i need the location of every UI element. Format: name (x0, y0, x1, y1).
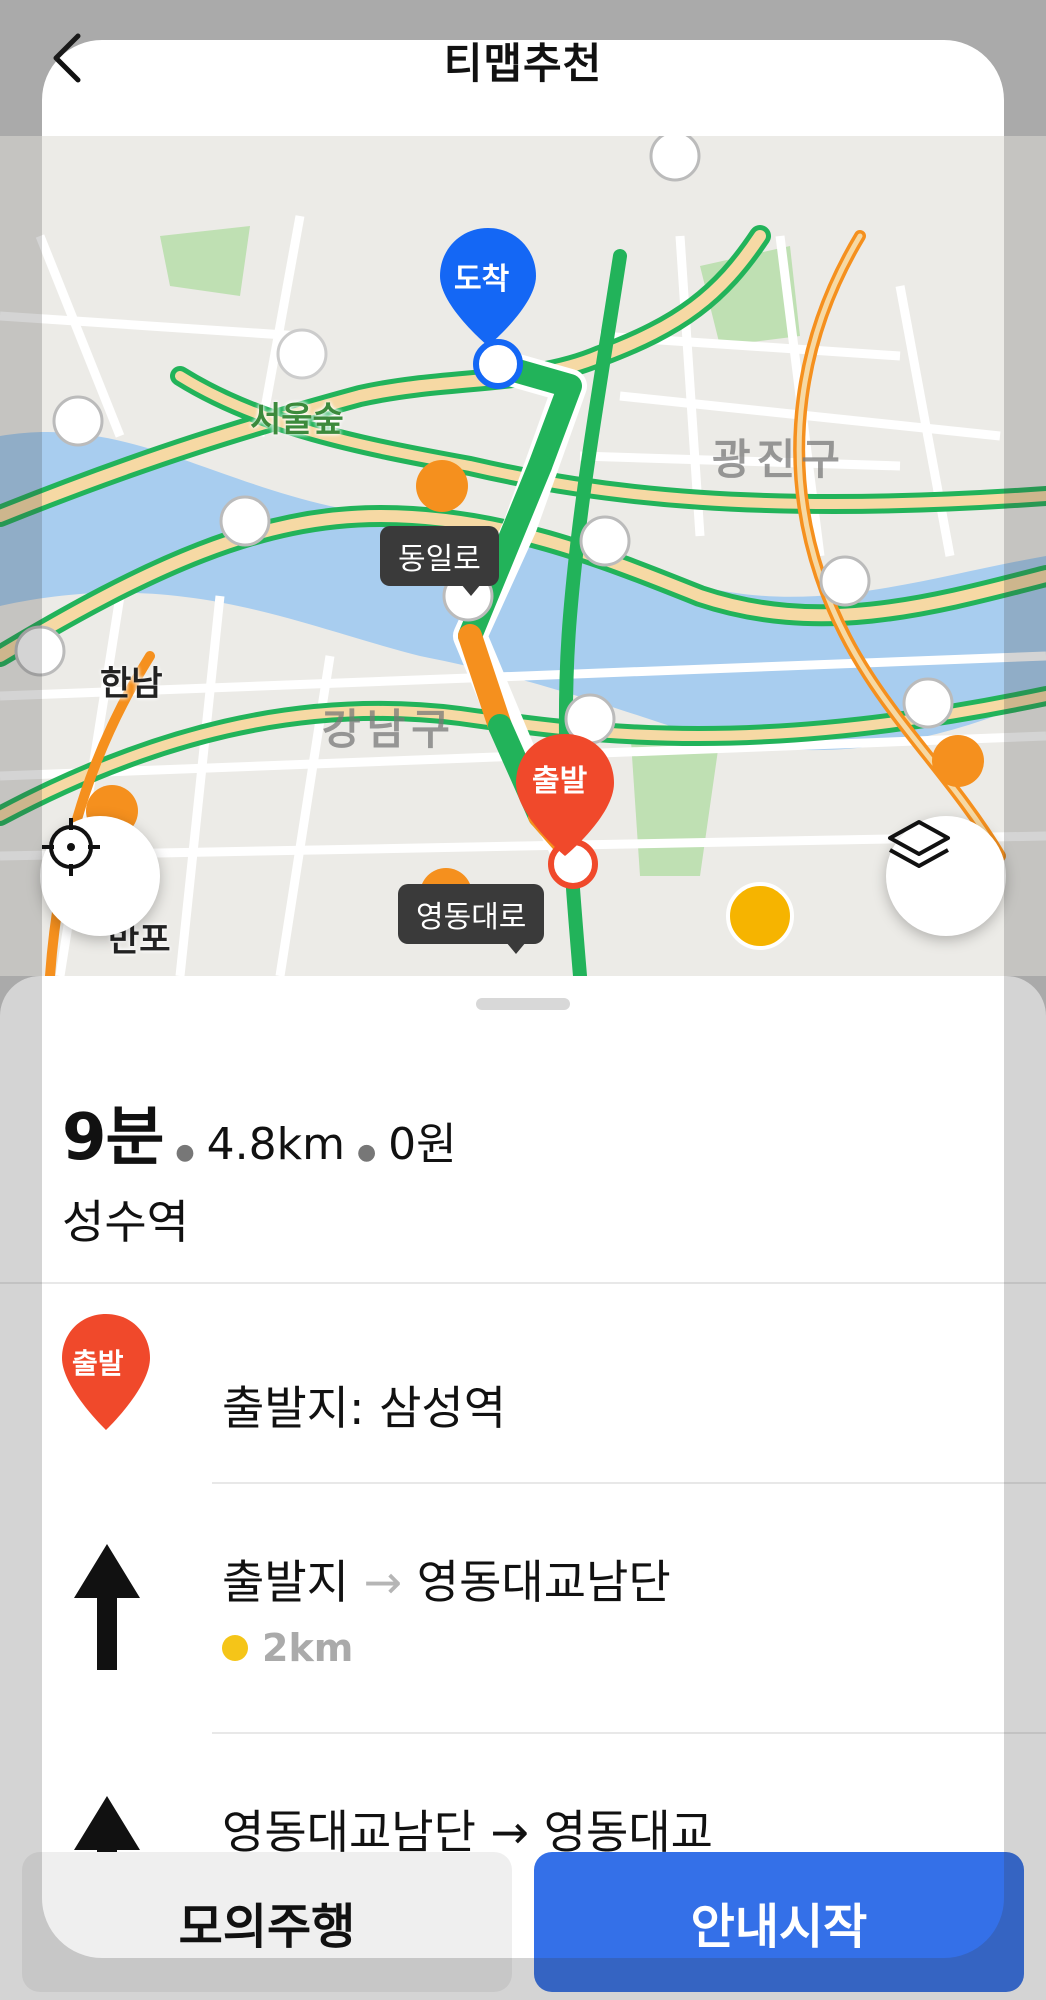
road-label: 영동대로 (398, 884, 545, 954)
district-label: 광진구 (712, 435, 846, 484)
sheet-drag-handle[interactable] (476, 998, 570, 1010)
traffic-dot-icon (222, 1635, 248, 1661)
current-location-button[interactable] (40, 816, 160, 936)
step-distance-value: 2km (262, 1626, 354, 1670)
step-text: 출발지: 삼성역 (222, 1381, 507, 1435)
destination-marker-label: 도착 (454, 262, 510, 297)
arrow-right-icon: → (363, 1555, 417, 1609)
step-text: 출발지 → 영동대교남단 (222, 1546, 671, 1612)
step-to: 영동대교남단 (416, 1555, 671, 1609)
top-bar: 티맵추천 (0, 0, 1046, 136)
arrow-up-icon (74, 1544, 140, 1670)
route-step[interactable]: 출발 출발지: 삼성역 (0, 1284, 1046, 1484)
separator-dot: ● (175, 1140, 195, 1165)
destination-name: 성수역 (62, 1195, 189, 1249)
origin-marker-label: 출발 (532, 764, 588, 799)
crosshair-icon (42, 818, 100, 876)
simulate-drive-button[interactable]: 모의주행 (22, 1852, 512, 1992)
road-label: 동일로 (380, 526, 499, 596)
ic-label: 한남 (100, 664, 163, 704)
toll-cost: 0원 (388, 1119, 457, 1170)
page-title: 티맵추천 (443, 39, 603, 88)
route-summary: 9분 ● 4.8km ● 0원 (62, 1086, 457, 1178)
layers-icon (888, 820, 950, 868)
route-map[interactable]: 도착 출발 광진구 강남구 서울숲 한남 반포 동일로 영동대로 (0, 136, 1046, 976)
route-step[interactable]: 출발지 → 영동대교남단 2km (0, 1484, 1046, 1734)
step-from: 출발지 (222, 1555, 349, 1609)
route-detail-sheet: 9분 ● 4.8km ● 0원 성수역 출발 출발지: 삼성역 출발지 → 영동… (0, 976, 1046, 2000)
park-label: 서울숲 (250, 400, 344, 440)
start-navigation-button[interactable]: 안내시작 (534, 1852, 1024, 1992)
step-distance: 2km (222, 1626, 353, 1670)
route-step[interactable]: 영동대교남단 → 영동대교 (0, 1734, 1046, 1922)
district-label: 강남구 (322, 705, 456, 754)
origin-pin-label: 출발 (72, 1347, 124, 1380)
travel-time: 9분 (62, 1101, 164, 1175)
action-bar: 모의주행 안내시작 (0, 1850, 1046, 2000)
map-layers-button[interactable] (886, 816, 1006, 936)
travel-distance: 4.8km (206, 1119, 345, 1170)
separator-dot: ● (356, 1140, 377, 1165)
